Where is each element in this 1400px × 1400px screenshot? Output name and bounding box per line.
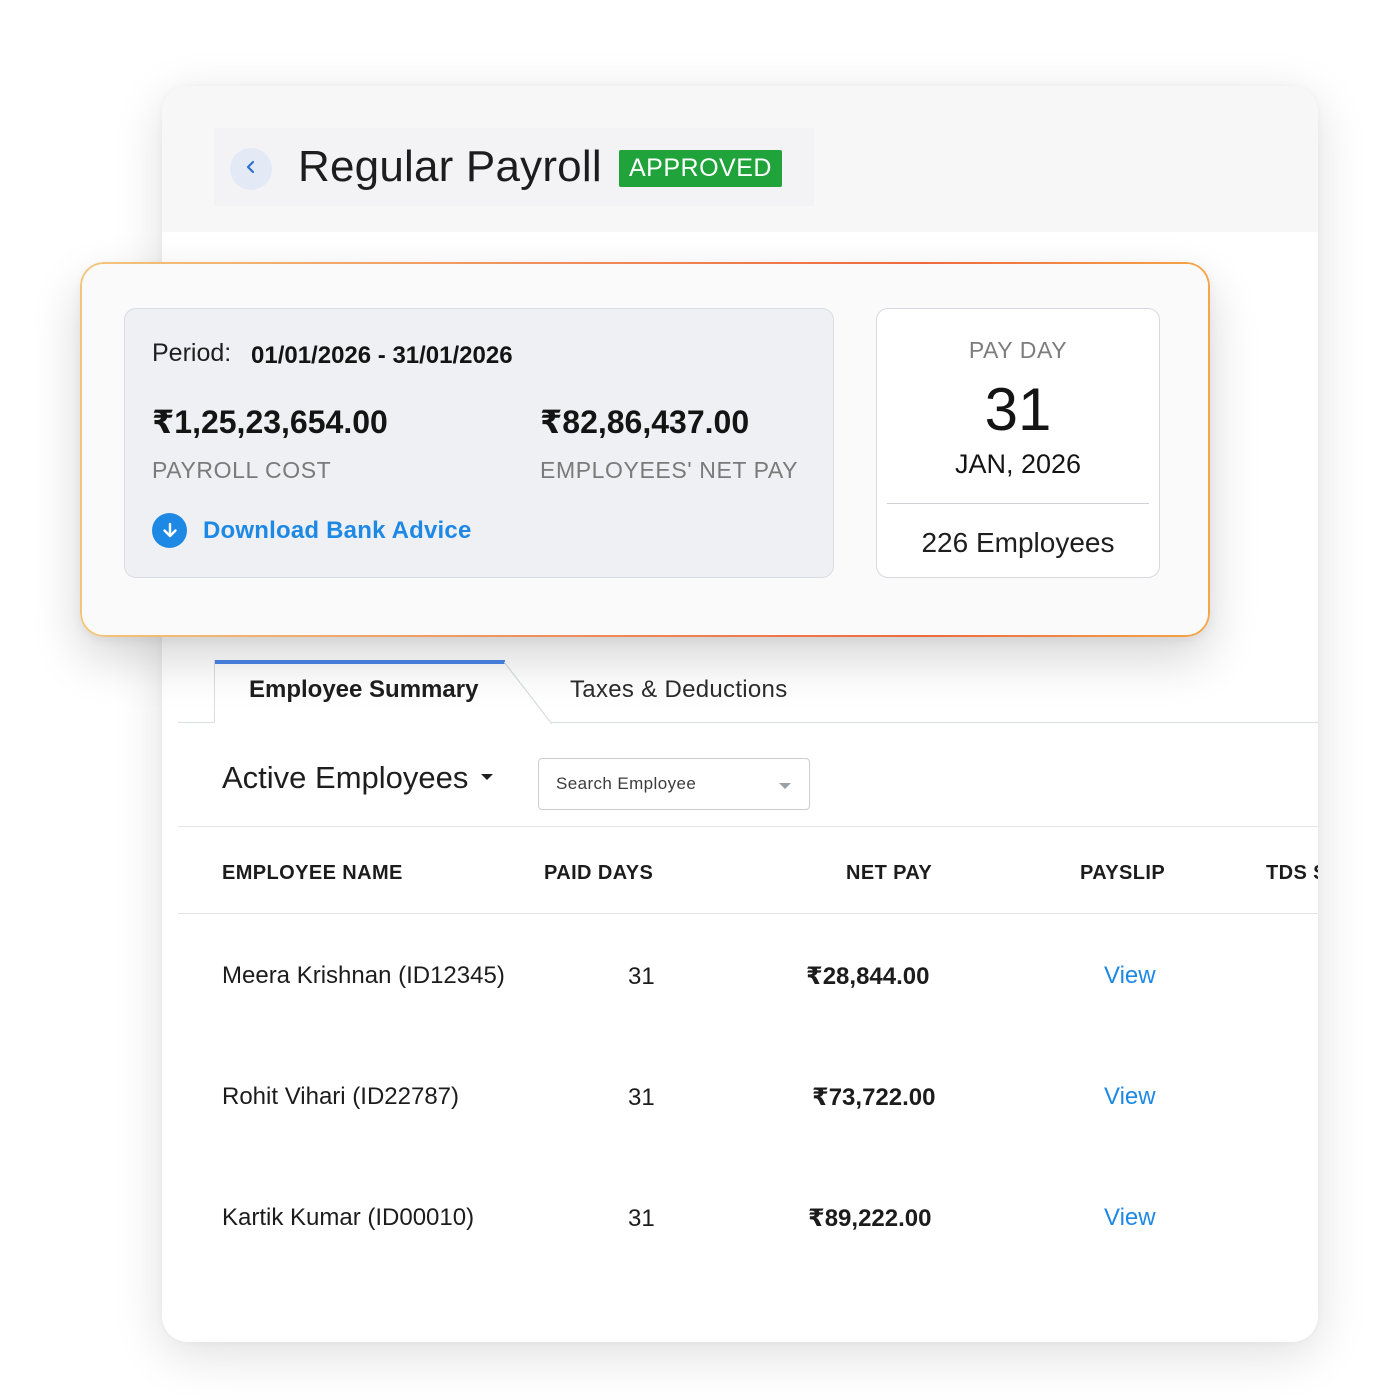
tab-employee-summary-label: Employee Summary: [249, 676, 479, 703]
column-header-payslip[interactable]: PAYSLIP: [1080, 862, 1165, 885]
search-employee-input[interactable]: [556, 774, 766, 794]
employee-count: 226 Employees: [921, 527, 1115, 558]
payroll-summary-card: Period: 01/01/2026 - 31/01/2026 ₹1,25,23…: [80, 262, 1210, 637]
employee-name-cell: Kartik Kumar (ID00010): [222, 1204, 475, 1231]
pay-day-divider: [887, 503, 1149, 504]
net-pay-cell: ₹73,722.00: [812, 1084, 936, 1111]
paid-days-cell: 31: [628, 1084, 655, 1111]
page-title: Regular Payroll: [298, 142, 602, 191]
paid-days-cell: 31: [628, 963, 655, 990]
column-header-tds[interactable]: TDS S: [1266, 862, 1318, 885]
tab-bar: Employee Summary Taxes & Deductions: [178, 660, 1318, 724]
chevron-left-icon: [243, 159, 259, 180]
employee-name-cell: Meera Krishnan (ID12345): [222, 962, 505, 989]
status-badge: APPROVED: [619, 150, 782, 187]
employee-filter-label: Active Employees: [222, 760, 469, 795]
download-bank-advice-label: Download Bank Advice: [203, 516, 472, 544]
table-header-divider: [178, 913, 1318, 914]
download-icon: [152, 513, 187, 548]
payroll-cost-label: PAYROLL COST: [152, 457, 332, 483]
payroll-cost-value: ₹1,25,23,654.00: [152, 404, 388, 440]
view-payslip-link[interactable]: View: [1104, 962, 1156, 990]
page-header: Regular Payroll APPROVED: [214, 128, 814, 206]
caret-down-icon: [480, 769, 494, 787]
net-pay-cell: ₹28,844.00: [806, 963, 930, 990]
period-value: 01/01/2026 - 31/01/2026: [251, 342, 513, 369]
pay-day-panel: PAY DAY 31 JAN, 2026 226 Employees: [876, 308, 1160, 578]
tab-taxes-deductions[interactable]: Taxes & Deductions: [570, 676, 788, 704]
download-bank-advice-link[interactable]: Download Bank Advice: [152, 513, 472, 548]
pay-day-date: 31: [984, 376, 1052, 443]
pay-day-title: PAY DAY: [968, 337, 1068, 363]
tab-slant-edge: [504, 661, 553, 724]
pay-day-month: JAN, 2026: [954, 449, 1082, 479]
column-header-employee-name[interactable]: EMPLOYEE NAME: [222, 862, 403, 885]
search-employee-select[interactable]: [538, 758, 810, 810]
view-payslip-link[interactable]: View: [1104, 1083, 1156, 1111]
paid-days-cell: 31: [628, 1205, 655, 1232]
period-label: Period:: [152, 339, 232, 367]
back-button[interactable]: [230, 148, 272, 190]
tab-active-indicator: [215, 660, 505, 664]
net-pay-label: EMPLOYEES' NET PAY: [540, 457, 799, 483]
tab-employee-summary[interactable]: Employee Summary: [214, 660, 553, 724]
view-payslip-link[interactable]: View: [1104, 1204, 1156, 1232]
column-header-paid-days[interactable]: PAID DAYS: [544, 862, 653, 885]
employee-name-cell: Rohit Vihari (ID22787): [222, 1083, 460, 1110]
net-pay-value: ₹82,86,437.00: [540, 404, 750, 440]
caret-down-icon: [779, 783, 791, 789]
period-panel: Period: 01/01/2026 - 31/01/2026 ₹1,25,23…: [124, 308, 834, 578]
employee-filter-dropdown[interactable]: Active Employees: [222, 760, 494, 796]
column-header-net-pay[interactable]: NET PAY: [846, 862, 932, 885]
filter-divider: [178, 826, 1318, 827]
net-pay-cell: ₹89,222.00: [808, 1205, 932, 1232]
